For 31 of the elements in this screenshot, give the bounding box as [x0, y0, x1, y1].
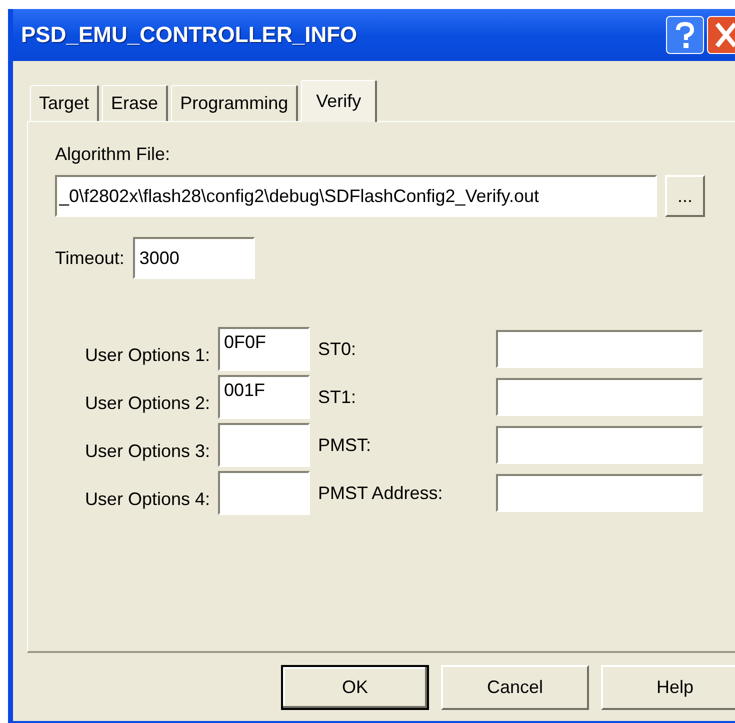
- dialog-button[interactable]: Help: [601, 665, 735, 710]
- input-field[interactable]: [496, 378, 703, 416]
- input-field[interactable]: [496, 330, 703, 368]
- input-field[interactable]: _0\f2802x\flash28\config2\debug\SDFlashConfig2_Verify.out: [55, 175, 657, 217]
- tab[interactable]: Target: [30, 85, 100, 121]
- input-field[interactable]: 001F: [218, 375, 310, 419]
- input-field[interactable]: [496, 426, 703, 464]
- field-label: User Options 3:: [84, 440, 210, 462]
- browse-button[interactable]: ...: [665, 175, 705, 217]
- input-field[interactable]: 3000: [133, 237, 256, 279]
- window-title: PSD_EMU_CONTROLLER_INFO: [21, 22, 358, 48]
- field-label: User Options 2:: [84, 392, 210, 414]
- help-icon[interactable]: [666, 16, 704, 54]
- field-label: Algorithm File:: [55, 144, 170, 165]
- close-icon[interactable]: [707, 16, 735, 54]
- input-field[interactable]: [218, 423, 310, 467]
- input-field[interactable]: [496, 474, 703, 512]
- input-field[interactable]: [218, 471, 310, 515]
- dialog-button[interactable]: Cancel: [441, 665, 589, 710]
- tab[interactable]: Programming: [171, 85, 298, 121]
- field-label: User Options 1:: [84, 344, 210, 366]
- tab[interactable]: Verify: [301, 80, 378, 122]
- field-label: PMST Address:: [318, 482, 444, 504]
- dialog-button[interactable]: OK: [281, 665, 429, 710]
- field-label: User Options 4:: [84, 488, 210, 510]
- tab[interactable]: Erase: [102, 85, 168, 121]
- field-label: ST0:: [318, 338, 358, 360]
- field-label: ST1:: [318, 386, 358, 408]
- input-field[interactable]: 0F0F: [218, 327, 310, 371]
- field-label: Timeout:: [55, 248, 124, 268]
- field-label: PMST:: [318, 434, 372, 456]
